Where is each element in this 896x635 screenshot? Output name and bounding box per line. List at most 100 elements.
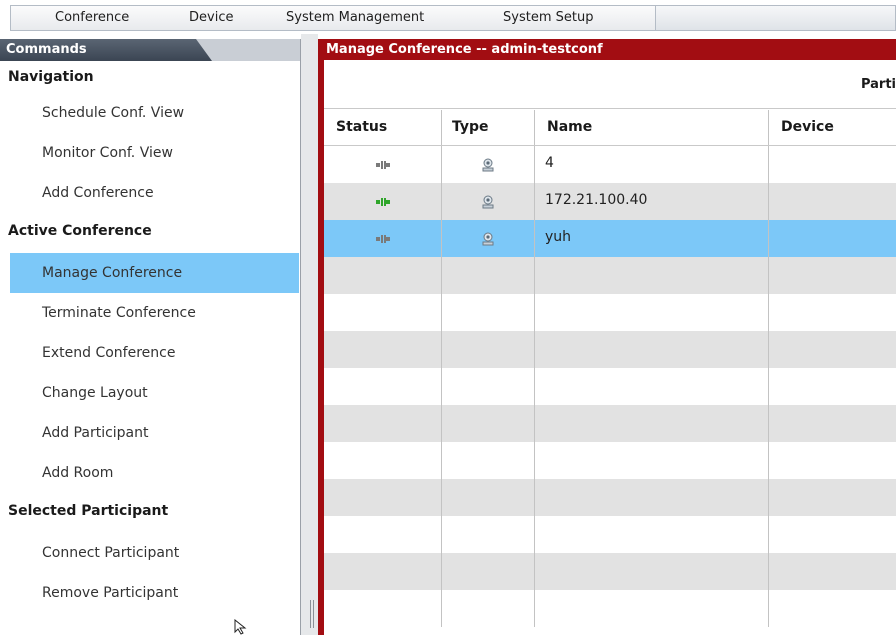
top-menu-area: Conference Device System Management Syst… [0, 0, 896, 34]
empty-cell [324, 553, 442, 590]
empty-cell [535, 442, 769, 479]
mouse-cursor-icon [234, 619, 247, 635]
menu-items: Conference Device System Management Syst… [11, 6, 656, 30]
empty-cell [769, 294, 896, 331]
participants-subheader: Parti [324, 60, 896, 109]
participant-device [769, 146, 896, 183]
commands-title: Commands [6, 42, 87, 57]
table-row[interactable]: 4 [324, 146, 896, 183]
participant-device [769, 183, 896, 220]
menu-device[interactable]: Device [189, 10, 233, 25]
empty-cell [535, 331, 769, 368]
commands-tab-bar: Commands [0, 39, 300, 61]
col-status-header[interactable]: Status [324, 110, 442, 145]
empty-cell [324, 479, 442, 516]
empty-cell [324, 405, 442, 442]
cmd-extend-conference[interactable]: Extend Conference [0, 333, 299, 373]
empty-cell [769, 368, 896, 405]
manage-conference-panel: Manage Conference -- admin-testconf Part… [318, 39, 896, 635]
commands-list: Navigation Schedule Conf. View Monitor C… [0, 61, 299, 613]
empty-cell [769, 479, 896, 516]
participants-table: Status Type Name Device 4 172.21.100.40 yu… [324, 110, 896, 627]
cmd-add-conference[interactable]: Add Conference [0, 173, 299, 213]
cmd-add-room[interactable]: Add Room [0, 453, 299, 493]
participant-name: yuh [535, 220, 769, 257]
empty-cell [442, 257, 535, 294]
disconnected-icon [324, 146, 442, 183]
empty-cell [324, 294, 442, 331]
cmd-remove-participant[interactable]: Remove Participant [0, 573, 299, 613]
empty-cell [535, 553, 769, 590]
empty-cell [535, 590, 769, 627]
empty-table-row[interactable] [324, 516, 896, 553]
panel-body: Parti Status Type Name Device 4 172.21.10… [324, 60, 896, 635]
cmd-add-participant[interactable]: Add Participant [0, 413, 299, 453]
table-header-row: Status Type Name Device [324, 110, 896, 146]
cmd-change-layout[interactable]: Change Layout [0, 373, 299, 413]
empty-cell [442, 368, 535, 405]
table-body: 4 172.21.100.40 yuh [324, 146, 896, 627]
endpoint-icon [442, 220, 535, 257]
menu-conference[interactable]: Conference [55, 10, 129, 25]
col-name-header[interactable]: Name [535, 110, 769, 145]
empty-cell [324, 331, 442, 368]
cmd-schedule-conf-view[interactable]: Schedule Conf. View [0, 93, 299, 133]
empty-cell [442, 553, 535, 590]
col-type-header[interactable]: Type [442, 110, 535, 145]
empty-table-row[interactable] [324, 294, 896, 331]
section-active-conference: Active Conference [8, 223, 152, 239]
commands-pane: Commands Navigation Schedule Conf. View … [0, 39, 301, 635]
empty-table-row[interactable] [324, 442, 896, 479]
cmd-monitor-conf-view[interactable]: Monitor Conf. View [0, 133, 299, 173]
splitter-grip-icon[interactable] [310, 600, 314, 628]
empty-cell [442, 590, 535, 627]
empty-cell [535, 294, 769, 331]
empty-cell [442, 442, 535, 479]
empty-cell [535, 479, 769, 516]
participant-name: 4 [535, 146, 769, 183]
empty-cell [442, 294, 535, 331]
connected-icon [324, 183, 442, 220]
endpoint-icon [442, 146, 535, 183]
section-selected-participant: Selected Participant [8, 503, 169, 519]
section-navigation: Navigation [8, 69, 94, 85]
empty-cell [535, 516, 769, 553]
empty-table-row[interactable] [324, 553, 896, 590]
panel-title: Manage Conference -- admin-testconf [326, 42, 603, 57]
empty-cell [535, 368, 769, 405]
empty-cell [769, 516, 896, 553]
empty-table-row[interactable] [324, 590, 896, 627]
cmd-connect-participant[interactable]: Connect Participant [0, 533, 299, 573]
cmd-manage-conference[interactable]: Manage Conference [10, 253, 299, 293]
empty-cell [442, 331, 535, 368]
participant-name: 172.21.100.40 [535, 183, 769, 220]
table-row[interactable]: yuh [324, 220, 896, 257]
menu-system-management[interactable]: System Management [286, 10, 424, 25]
empty-table-row[interactable] [324, 405, 896, 442]
empty-table-row[interactable] [324, 331, 896, 368]
col-device-header[interactable]: Device [769, 110, 896, 145]
empty-cell [324, 516, 442, 553]
empty-cell [769, 442, 896, 479]
cmd-terminate-conference[interactable]: Terminate Conference [0, 293, 299, 333]
disconnected-icon [324, 220, 442, 257]
menu-bar: Conference Device System Management Syst… [10, 5, 896, 31]
empty-cell [442, 516, 535, 553]
empty-cell [769, 331, 896, 368]
empty-cell [442, 479, 535, 516]
empty-cell [442, 405, 535, 442]
empty-cell [324, 257, 442, 294]
empty-cell [324, 368, 442, 405]
empty-table-row[interactable] [324, 368, 896, 405]
empty-cell [324, 442, 442, 479]
empty-cell [324, 590, 442, 627]
table-row[interactable]: 172.21.100.40 [324, 183, 896, 220]
pane-splitter[interactable] [301, 34, 318, 635]
empty-cell [535, 405, 769, 442]
empty-table-row[interactable] [324, 257, 896, 294]
participant-device [769, 220, 896, 257]
empty-cell [535, 257, 769, 294]
menu-system-setup[interactable]: System Setup [503, 10, 593, 25]
empty-table-row[interactable] [324, 479, 896, 516]
empty-cell [769, 405, 896, 442]
